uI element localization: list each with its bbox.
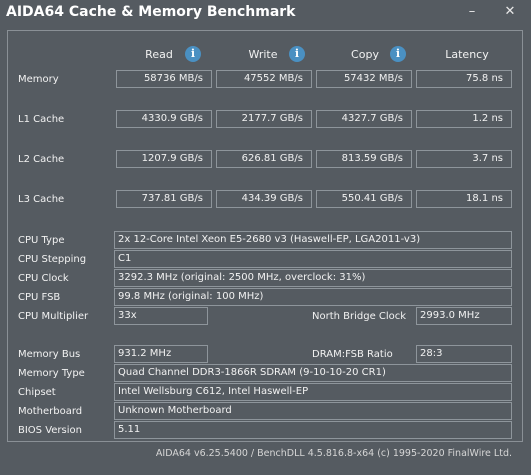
write-header: Write bbox=[248, 48, 278, 61]
chipset-label: Chipset bbox=[18, 387, 56, 398]
dram-fsb-ratio-label: DRAM:FSB Ratio bbox=[312, 349, 393, 360]
l3-read-value: 737.81 GB/s bbox=[116, 190, 212, 208]
read-info-icon[interactable]: i bbox=[185, 46, 201, 62]
l3-write-value: 434.39 GB/s bbox=[216, 190, 312, 208]
minimize-button[interactable]: – bbox=[460, 2, 484, 22]
memory-read-value: 58736 MB/s bbox=[116, 70, 212, 88]
l1-write-value: 2177.7 GB/s bbox=[216, 110, 312, 128]
l1-read-value: 4330.9 GB/s bbox=[116, 110, 212, 128]
l2-copy-value: 813.59 GB/s bbox=[316, 150, 412, 168]
memory-copy-value: 57432 MB/s bbox=[316, 70, 412, 88]
l2-read-value: 1207.9 GB/s bbox=[116, 150, 212, 168]
motherboard-value: Unknown Motherboard bbox=[114, 402, 512, 420]
l1-row-label: L1 Cache bbox=[18, 114, 65, 125]
cpu-clock-label: CPU Clock bbox=[18, 273, 69, 284]
memory-bus-value: 931.2 MHz bbox=[114, 345, 208, 363]
l1-copy-value: 4327.7 GB/s bbox=[316, 110, 412, 128]
l2-latency-value: 3.7 ns bbox=[416, 150, 512, 168]
copy-header: Copy bbox=[351, 48, 379, 61]
north-bridge-clock-label: North Bridge Clock bbox=[312, 311, 407, 322]
bios-version-label: BIOS Version bbox=[18, 425, 82, 436]
copyright-footer: AIDA64 v6.25.5400 / BenchDLL 4.5.816.8-x… bbox=[155, 448, 512, 459]
cpu-clock-value: 3292.3 MHz (original: 2500 MHz, overcloc… bbox=[114, 269, 512, 287]
l2-write-value: 626.81 GB/s bbox=[216, 150, 312, 168]
l3-latency-value: 18.1 ns bbox=[416, 190, 512, 208]
dram-fsb-ratio-value: 28:3 bbox=[416, 345, 512, 363]
l2-row-label: L2 Cache bbox=[18, 154, 65, 165]
motherboard-label: Motherboard bbox=[18, 406, 83, 417]
l3-row-label: L3 Cache bbox=[18, 194, 65, 205]
bios-version-value: 5.11 bbox=[114, 421, 512, 439]
cpu-fsb-value: 99.8 MHz (original: 100 MHz) bbox=[114, 288, 512, 306]
copy-info-icon[interactable]: i bbox=[390, 46, 406, 62]
read-header: Read bbox=[145, 48, 173, 61]
write-info-icon[interactable]: i bbox=[289, 46, 305, 62]
cpu-fsb-label: CPU FSB bbox=[18, 292, 61, 303]
cpu-type-value: 2x 12-Core Intel Xeon E5-2680 v3 (Haswel… bbox=[114, 231, 512, 249]
cpu-stepping-value: C1 bbox=[114, 250, 512, 268]
cpu-type-label: CPU Type bbox=[18, 235, 65, 246]
cpu-multiplier-label: CPU Multiplier bbox=[18, 311, 89, 322]
north-bridge-clock-value: 2993.0 MHz bbox=[416, 307, 512, 325]
memory-row-label: Memory bbox=[18, 74, 59, 85]
window-title: AIDA64 Cache & Memory Benchmark bbox=[6, 4, 296, 20]
memory-type-value: Quad Channel DDR3-1866R SDRAM (9-10-10-2… bbox=[114, 364, 512, 382]
l1-latency-value: 1.2 ns bbox=[416, 110, 512, 128]
memory-latency-value: 75.8 ns bbox=[416, 70, 512, 88]
memory-type-label: Memory Type bbox=[18, 368, 85, 379]
memory-write-value: 47552 MB/s bbox=[216, 70, 312, 88]
chipset-value: Intel Wellsburg C612, Intel Haswell-EP bbox=[114, 383, 512, 401]
cpu-multiplier-value: 33x bbox=[114, 307, 208, 325]
close-button[interactable]: ✕ bbox=[498, 2, 522, 22]
cpu-stepping-label: CPU Stepping bbox=[18, 254, 87, 265]
l3-copy-value: 550.41 GB/s bbox=[316, 190, 412, 208]
latency-header: Latency bbox=[445, 48, 489, 61]
memory-bus-label: Memory Bus bbox=[18, 349, 81, 360]
